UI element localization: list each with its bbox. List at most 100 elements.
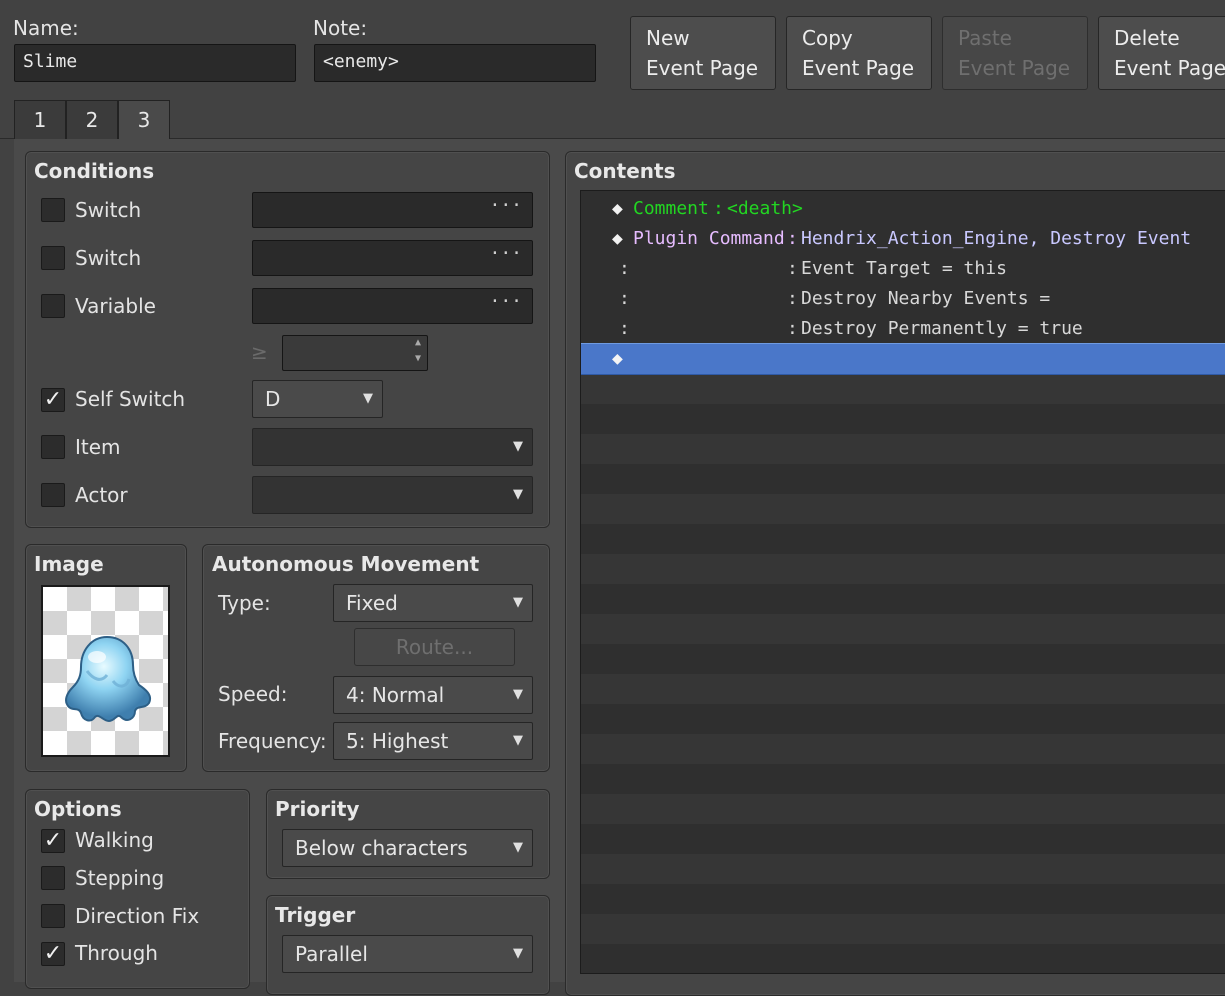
self-switch-value: D bbox=[265, 387, 281, 411]
options-title: Options bbox=[34, 797, 122, 821]
command-line[interactable]: ◆ Plugin Command : Hendrix_Action_Engine… bbox=[581, 224, 1225, 254]
switch2-checkbox[interactable] bbox=[41, 246, 65, 270]
variable-field[interactable]: ··· bbox=[252, 288, 533, 324]
actor-label: Actor bbox=[75, 483, 128, 507]
actor-checkbox[interactable] bbox=[41, 483, 65, 507]
contents-title: Contents bbox=[574, 159, 676, 183]
command-value: <death> bbox=[727, 198, 803, 219]
trigger-select[interactable]: Parallel ▼ bbox=[282, 935, 533, 973]
spin-down-icon[interactable]: ▼ bbox=[415, 352, 421, 366]
command-marker: : bbox=[619, 318, 630, 339]
movement-type-select[interactable]: Fixed ▼ bbox=[333, 584, 533, 622]
list-row-stripe bbox=[581, 464, 1225, 494]
switch1-ellipsis-icon[interactable]: ··· bbox=[489, 193, 522, 219]
command-separator: : bbox=[713, 198, 724, 219]
list-row-stripe bbox=[581, 854, 1225, 884]
tab-page-1[interactable]: 1 bbox=[14, 100, 66, 139]
list-row-stripe bbox=[581, 764, 1225, 794]
selected-command-line[interactable]: ◆ bbox=[581, 343, 1225, 375]
variable-label: Variable bbox=[75, 294, 156, 318]
command-marker: ◆ bbox=[612, 198, 623, 219]
variable-value-spinbox[interactable]: ▲ ▼ bbox=[282, 335, 428, 371]
command-marker: ◆ bbox=[612, 348, 623, 369]
command-value: Destroy Nearby Events = bbox=[801, 288, 1051, 309]
trigger-value: Parallel bbox=[295, 942, 368, 966]
through-label: Through bbox=[75, 941, 158, 965]
trigger-title: Trigger bbox=[275, 903, 356, 927]
command-value: Destroy Permanently = true bbox=[801, 318, 1083, 339]
variable-checkbox[interactable] bbox=[41, 294, 65, 318]
note-input[interactable]: <enemy> bbox=[314, 44, 596, 82]
new-button-line2: Event Page bbox=[646, 56, 759, 80]
new-event-page-button[interactable]: New Event Page bbox=[630, 16, 776, 90]
list-row-stripe bbox=[581, 494, 1225, 524]
delete-button-line2: Event Page bbox=[1114, 56, 1225, 80]
switch1-checkbox[interactable] bbox=[41, 198, 65, 222]
tab-page-3[interactable]: 3 bbox=[118, 100, 170, 141]
direction-fix-checkbox[interactable] bbox=[41, 904, 65, 928]
self-switch-checkbox[interactable] bbox=[41, 388, 65, 412]
item-select[interactable]: ▼ bbox=[252, 428, 533, 466]
list-row-stripe bbox=[581, 794, 1225, 824]
priority-select[interactable]: Below characters ▼ bbox=[282, 829, 533, 867]
command-line[interactable]: : : Event Target = this bbox=[581, 254, 1225, 284]
self-switch-label: Self Switch bbox=[75, 387, 186, 411]
frequency-value: 5: Highest bbox=[346, 729, 449, 753]
switch2-ellipsis-icon[interactable]: ··· bbox=[489, 241, 522, 267]
list-row-stripe bbox=[581, 914, 1225, 944]
tab-page-2[interactable]: 2 bbox=[66, 100, 118, 139]
walking-checkbox[interactable] bbox=[41, 829, 65, 853]
route-button[interactable]: Route... bbox=[354, 628, 515, 666]
type-label: Type: bbox=[218, 591, 271, 615]
ge-symbol: ≥ bbox=[251, 340, 268, 364]
command-line[interactable]: : : Destroy Nearby Events = bbox=[581, 284, 1225, 314]
command-marker: ◆ bbox=[612, 228, 623, 249]
command-line[interactable]: : : Destroy Permanently = true bbox=[581, 314, 1225, 344]
chevron-down-icon: ▼ bbox=[513, 687, 523, 702]
chevron-down-icon: ▼ bbox=[513, 487, 523, 502]
spin-up-icon[interactable]: ▲ bbox=[415, 336, 421, 350]
frequency-select[interactable]: 5: Highest ▼ bbox=[333, 722, 533, 760]
through-checkbox[interactable] bbox=[41, 942, 65, 966]
list-row-stripe bbox=[581, 584, 1225, 614]
list-row-stripe bbox=[581, 644, 1225, 674]
list-row-stripe bbox=[581, 884, 1225, 914]
command-marker: : bbox=[619, 258, 630, 279]
command-value: Hendrix_Action_Engine, Destroy Event bbox=[801, 228, 1192, 249]
command-line[interactable]: ◆ Comment : <death> bbox=[581, 194, 1225, 224]
movement-title: Autonomous Movement bbox=[212, 552, 480, 576]
delete-event-page-button[interactable]: Delete Event Page bbox=[1098, 16, 1225, 90]
switch2-label: Switch bbox=[75, 246, 142, 270]
self-switch-select[interactable]: D ▼ bbox=[252, 380, 383, 418]
name-input[interactable]: Slime bbox=[14, 44, 296, 82]
event-command-list[interactable]: ◆ Comment : <death> ◆ Plugin Command : H… bbox=[580, 190, 1225, 974]
copy-button-line2: Event Page bbox=[802, 56, 915, 80]
command-marker: : bbox=[619, 288, 630, 309]
actor-select[interactable]: ▼ bbox=[252, 476, 533, 514]
command-name: Comment bbox=[633, 198, 709, 219]
item-checkbox[interactable] bbox=[41, 435, 65, 459]
copy-button-line1: Copy bbox=[802, 26, 853, 50]
switch1-field[interactable]: ··· bbox=[252, 192, 533, 228]
name-label: Name: bbox=[13, 16, 79, 40]
priority-title: Priority bbox=[275, 797, 360, 821]
command-name: Plugin Command bbox=[633, 228, 785, 249]
list-row-stripe bbox=[581, 554, 1225, 584]
stepping-label: Stepping bbox=[75, 866, 165, 890]
copy-event-page-button[interactable]: Copy Event Page bbox=[786, 16, 932, 90]
stepping-checkbox[interactable] bbox=[41, 866, 65, 890]
list-row-stripe bbox=[581, 404, 1225, 434]
paste-button-line2: Event Page bbox=[958, 56, 1071, 80]
paste-event-page-button[interactable]: Paste Event Page bbox=[942, 16, 1088, 90]
image-title: Image bbox=[34, 552, 104, 576]
list-row-stripe bbox=[581, 944, 1225, 973]
speed-select[interactable]: 4: Normal ▼ bbox=[333, 676, 533, 714]
switch2-field[interactable]: ··· bbox=[252, 240, 533, 276]
event-image-preview[interactable] bbox=[41, 585, 170, 757]
variable-ellipsis-icon[interactable]: ··· bbox=[489, 289, 522, 315]
paste-button-line1: Paste bbox=[958, 26, 1012, 50]
list-row-stripe bbox=[581, 704, 1225, 734]
list-row-stripe bbox=[581, 434, 1225, 464]
chevron-down-icon: ▼ bbox=[513, 439, 523, 454]
direction-fix-label: Direction Fix bbox=[75, 904, 200, 928]
